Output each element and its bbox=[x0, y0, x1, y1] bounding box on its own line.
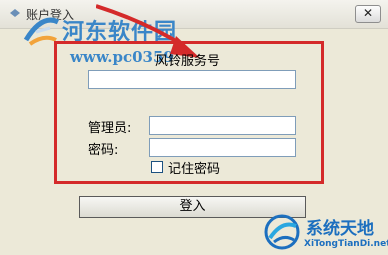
login-window: 账户登入 ✕ 河东软件园 www.pc0359 风铃服务号 管理员: 密码: 记… bbox=[0, 0, 388, 255]
password-label: 密码: bbox=[88, 143, 119, 158]
brand-watermark: 系统天地 bbox=[306, 219, 374, 239]
remember-password-checkbox[interactable] bbox=[151, 161, 163, 173]
remember-password-label[interactable]: 记住密码 bbox=[168, 158, 220, 177]
manager-input[interactable] bbox=[149, 116, 296, 135]
account-label: 风铃服务号 bbox=[155, 54, 221, 69]
password-input[interactable] bbox=[149, 138, 296, 157]
manager-label: 管理员: bbox=[88, 121, 132, 136]
brand-url-watermark: XiTongTianDi.net bbox=[304, 239, 388, 249]
brand-logo-icon bbox=[264, 214, 300, 250]
account-input[interactable] bbox=[88, 70, 296, 89]
close-button[interactable]: ✕ bbox=[355, 5, 381, 23]
